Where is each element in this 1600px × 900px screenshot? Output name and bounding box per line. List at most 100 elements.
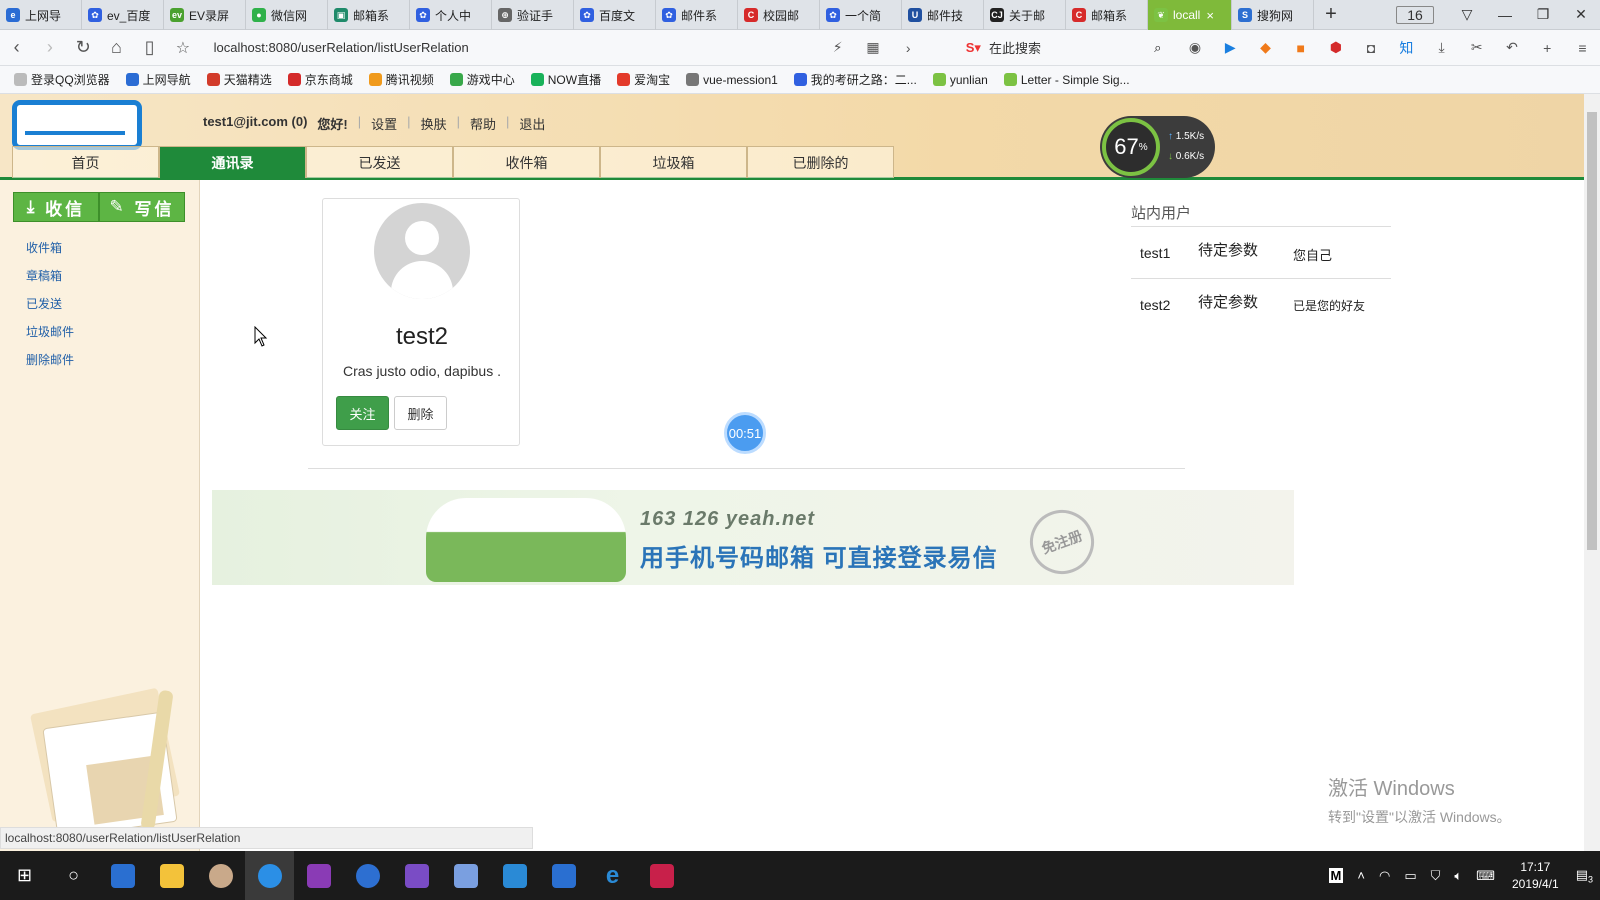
bookmark-item[interactable]: 我的考研之路：二... (793, 71, 917, 88)
browser-tab[interactable]: ✿ 百度文 (574, 0, 656, 30)
video-icon[interactable]: ■ (1283, 40, 1318, 56)
onenote-icon[interactable] (294, 851, 343, 900)
home-icon[interactable]: ⌂ (100, 37, 133, 58)
flash-icon[interactable]: ⚡ (820, 39, 855, 56)
qr-icon[interactable]: ▦ (855, 39, 890, 56)
battery-icon[interactable]: ▭ (1404, 868, 1416, 884)
browser-tab[interactable]: S 搜狗网 (1232, 0, 1314, 30)
vs-code-icon[interactable] (490, 851, 539, 900)
close-tab-icon[interactable]: × (1206, 8, 1214, 23)
logout-link[interactable]: 退出 (519, 114, 545, 133)
browser-tab[interactable]: ✿ 个人中 (410, 0, 492, 30)
browser-tab[interactable]: ✿ 邮件系 (656, 0, 738, 30)
bookmark-item[interactable]: Letter - Simple Sig... (1003, 73, 1130, 87)
search-input[interactable]: 在此搜索 (989, 38, 1154, 57)
speed-widget[interactable]: 67% ↑ 1.5K/s ↓ 0.6K/s (1100, 116, 1215, 178)
search-icon[interactable]: ⌕ (1154, 40, 1161, 56)
notification-icon[interactable]: ▤3 (1576, 867, 1593, 885)
keyboard-icon[interactable]: ⌨ (1476, 868, 1495, 884)
browser-tab[interactable]: C 校园邮 (738, 0, 820, 30)
scrollbar-thumb[interactable] (1587, 112, 1597, 550)
help-link[interactable]: 帮助 (470, 114, 496, 133)
edge-icon[interactable]: e (588, 851, 637, 900)
forward-icon[interactable]: › (33, 37, 66, 58)
undo-icon[interactable]: ↶ (1494, 39, 1529, 56)
sidebar-link[interactable]: 已发送 (26, 290, 74, 318)
adblock-icon[interactable]: ⬢ (1318, 39, 1353, 56)
scissors-icon[interactable]: ✂ (1459, 39, 1494, 56)
browser-tab[interactable]: U 邮件技 (902, 0, 984, 30)
sidebar-link[interactable]: 删除邮件 (26, 346, 74, 374)
game-icon[interactable]: ◆ (1248, 39, 1283, 56)
skin-link[interactable]: 换肤 (421, 114, 447, 133)
main-tab[interactable]: 已删除的 (747, 146, 894, 178)
browser-tab[interactable]: C 邮箱系 (1066, 0, 1148, 30)
download-icon[interactable]: ⤓ (1424, 39, 1459, 56)
browser-tab[interactable]: CJ 关于邮 (984, 0, 1066, 30)
browser-tab[interactable]: ✿ ev_百度 (82, 0, 164, 30)
bookmark-item[interactable]: yunlian (932, 73, 988, 87)
ime-indicator[interactable]: M (1328, 868, 1344, 883)
qq-browser-icon[interactable] (245, 851, 294, 900)
sidebar-link[interactable]: 收件箱 (26, 234, 74, 262)
chevron-right-icon[interactable]: › (891, 40, 926, 56)
star-icon[interactable]: ☆ (166, 38, 199, 58)
new-tab-button[interactable]: + (1314, 0, 1348, 29)
reload-icon[interactable]: ↻ (67, 37, 100, 58)
browser-tab[interactable]: e 上网导 (0, 0, 82, 30)
search-box[interactable]: S▾ 在此搜索 ⌕ (966, 38, 1162, 57)
restore-icon[interactable]: ❐ (1524, 6, 1562, 23)
sidebar-link[interactable]: 垃圾邮件 (26, 318, 74, 346)
shield-icon[interactable]: ⛉ (1431, 868, 1441, 884)
sogou-browser-icon[interactable] (343, 851, 392, 900)
file-explorer-icon[interactable] (147, 851, 196, 900)
volume-icon[interactable]: 🔈︎ (1454, 868, 1462, 884)
main-tab[interactable]: 收件箱 (453, 146, 600, 178)
network-icon[interactable]: ◠ (1379, 868, 1390, 884)
recording-timer[interactable]: 00:51 (724, 412, 766, 454)
feather-app-icon[interactable] (441, 851, 490, 900)
bookmark-item[interactable]: 上网导航 (125, 71, 191, 88)
browser-tab[interactable]: ❦ locall × (1148, 0, 1232, 30)
receive-button[interactable]: ⤓ 收信 (13, 192, 99, 222)
store-icon[interactable] (98, 851, 147, 900)
browser-tab[interactable]: ● 微信网 (246, 0, 328, 30)
bookmark-item[interactable]: vue-mession1 (686, 73, 778, 87)
plus-icon[interactable]: + (1530, 40, 1565, 56)
windows-start-icon[interactable]: ⊞ (0, 851, 49, 900)
back-icon[interactable]: ‹ (0, 37, 33, 58)
bookmark-item[interactable]: 天猫精选 (206, 71, 272, 88)
browser-tab[interactable]: ⊕ 验证手 (492, 0, 574, 30)
bookmark-item[interactable]: 京东商城 (287, 71, 353, 88)
clock[interactable]: 17:17 2019/4/1 (1512, 859, 1559, 893)
reader-icon[interactable]: ▯ (133, 37, 166, 58)
main-tab[interactable]: 垃圾箱 (600, 146, 747, 178)
idea-icon[interactable]: ◉ (1177, 39, 1212, 56)
delete-button[interactable]: 删除 (394, 396, 447, 430)
page-scrollbar[interactable] (1584, 94, 1600, 851)
bookmark-item[interactable]: 游戏中心 (449, 71, 515, 88)
sidebar-link[interactable]: 章稿箱 (26, 262, 74, 290)
visual-studio-icon[interactable] (392, 851, 441, 900)
zhi-icon[interactable]: 知 (1389, 38, 1424, 58)
cortana-icon[interactable]: ○ (49, 851, 98, 900)
main-tab[interactable]: 已发送 (306, 146, 453, 178)
skin-icon[interactable]: ▽ (1448, 6, 1486, 23)
play-icon[interactable]: ▶ (1213, 39, 1248, 56)
settings-link[interactable]: 设置 (371, 114, 397, 133)
close-window-icon[interactable]: ✕ (1562, 6, 1600, 23)
bookmark-item[interactable]: NOW直播 (530, 71, 601, 88)
browser-tab[interactable]: ▣ 邮箱系 (328, 0, 410, 30)
tab-count-badge[interactable]: 16 (1396, 5, 1434, 24)
write-button[interactable]: ✎ 写信 (99, 192, 185, 222)
app-icon[interactable] (196, 851, 245, 900)
browser-tab[interactable]: ev EV录屏 (164, 0, 246, 30)
main-tab[interactable]: 首页 (12, 146, 159, 178)
camera-icon[interactable]: ◘ (1354, 40, 1389, 56)
follow-button[interactable]: 关注 (336, 396, 389, 430)
shield-app-icon[interactable] (539, 851, 588, 900)
promo-banner[interactable]: 163 126 yeah.net 用手机号码邮箱 可直接登录易信 免注册 (212, 490, 1294, 585)
chevron-up-icon[interactable]: ˄ (1357, 868, 1365, 883)
main-tab[interactable]: 通讯录 (159, 146, 306, 178)
browser-tab[interactable]: ✿ 一个简 (820, 0, 902, 30)
